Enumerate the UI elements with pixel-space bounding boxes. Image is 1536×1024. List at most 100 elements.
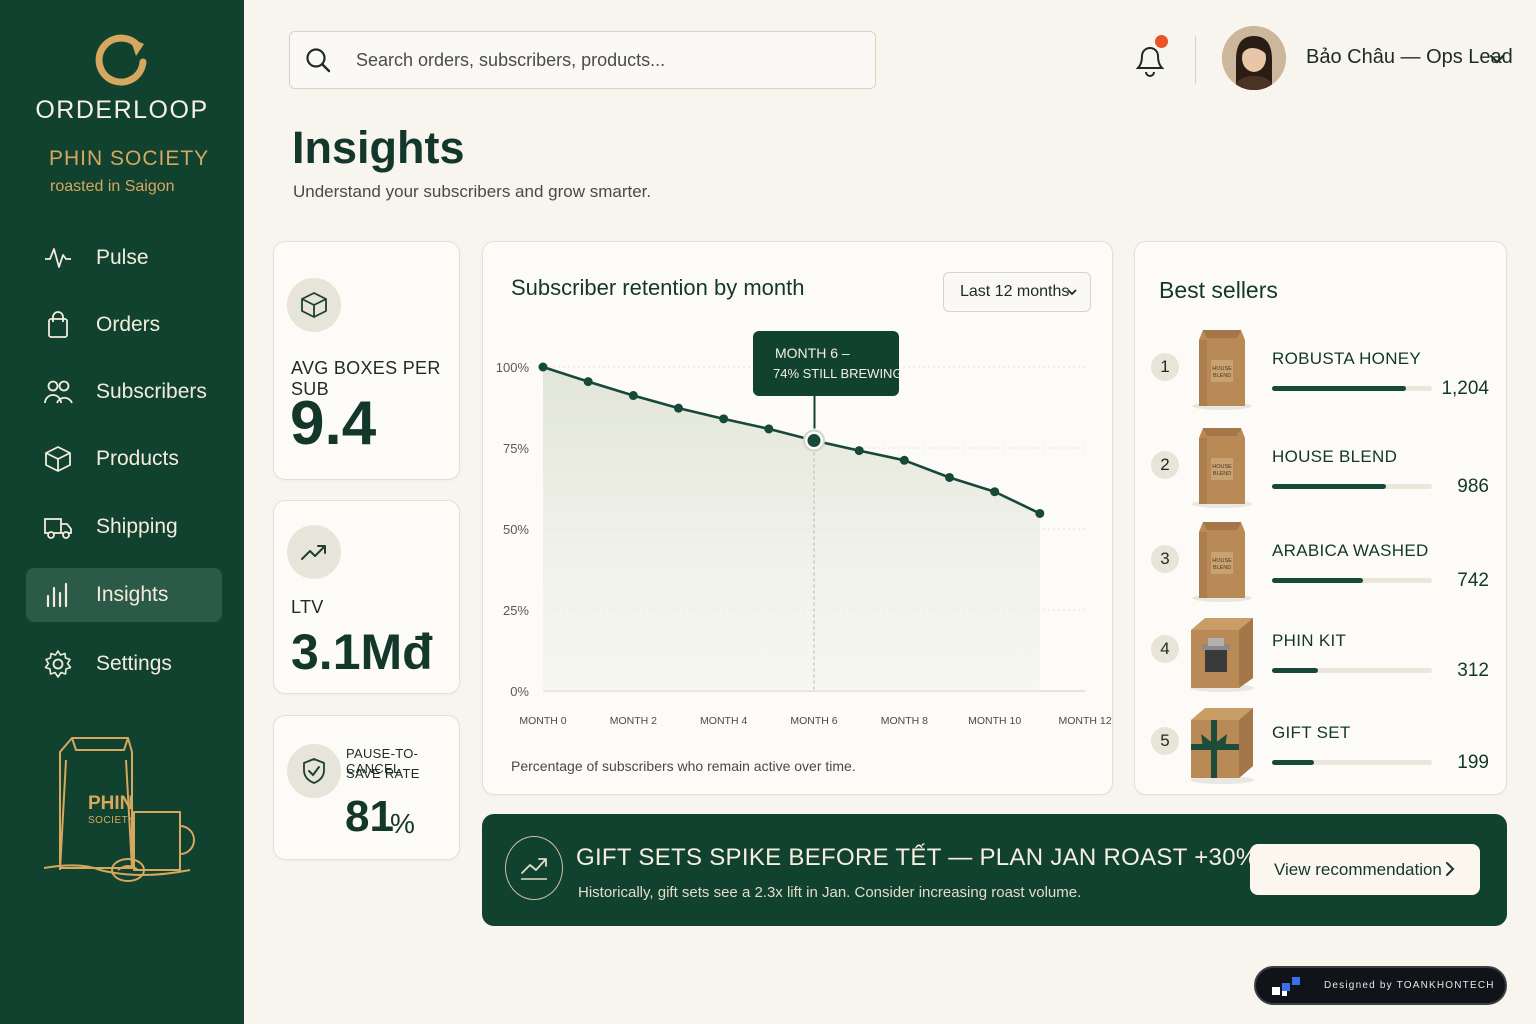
nav-item-label: Insights [96,583,169,606]
x-tick-label: MONTH 8 [881,715,928,727]
stat-card-boxes: AVG BOXES PER SUB 9.4 [273,241,460,480]
product-name: ROBUSTA HONEY [1272,349,1422,368]
chevron-down-icon[interactable] [1488,50,1506,68]
chevron-right-icon [1446,862,1455,876]
nav-item-label: Products [96,447,179,470]
sales-bar [1272,386,1432,391]
rank-badge: 1 [1151,353,1179,381]
coffee-bag-icon: HOUSE BLEND [1187,518,1257,602]
brand-logo-icon [95,34,147,86]
sales-bar [1272,668,1432,673]
chart-tooltip [753,331,899,396]
search-input[interactable] [356,49,836,71]
rank-badge: 2 [1151,451,1179,479]
nav-item-shipping[interactable]: Shipping [26,500,222,554]
tooltip-line2: 74% STILL BREWING [773,366,903,381]
stat-label: LTV [291,597,324,617]
stat-card-ltv: LTV 3.1Mđ [273,500,460,694]
user-name[interactable]: Bảo Châu — Ops Lead [1306,46,1513,69]
nav-item-label: Subscribers [96,380,207,403]
users-icon [42,376,74,408]
store-tagline: roasted in Saigon [50,178,175,195]
y-tick-label: 100% [496,360,530,375]
box-icon [287,278,341,332]
search-icon [306,48,331,73]
units-sold: 1,204 [1441,378,1489,399]
trend-up-icon [287,525,341,579]
x-tick-label: MONTH 6 [790,715,837,727]
stat-value: 9.4 [290,389,377,458]
best-seller-row[interactable]: 3 HOUSE BLEND ARABICA WASHED 742 [1135,518,1507,608]
box-icon [42,443,74,475]
sales-bar [1272,760,1432,765]
sales-bar-fill [1272,668,1319,673]
y-tick-label: 75% [503,441,529,456]
x-tick-label: MONTH 12 [1058,715,1111,727]
view-recommendation-button[interactable]: View recommendation [1250,844,1480,895]
data-point [674,403,683,413]
sales-bar-fill [1272,484,1386,489]
x-tick-label: MONTH 2 [610,715,657,727]
banner-title: GIFT SETS SPIKE BEFORE TẾT — PLAN JAN RO… [576,844,1258,871]
stat-value: 81 [345,792,394,841]
sales-bar-fill [1272,578,1364,583]
nav-item-products[interactable]: Products [26,432,222,486]
retention-chart: 100% 75% 50% 25% 0% MONTH 0 MONTH 2 MONTH 4 MONT… [496,331,1112,727]
credit-badge[interactable]: Designed by TOANKHONTECH [1254,966,1507,1005]
page-subtitle: Understand your subscribers and grow sma… [293,182,652,201]
nav-item-subscribers[interactable]: Subscribers [26,365,222,419]
units-sold: 986 [1457,476,1489,497]
nav-item-settings[interactable]: Settings [26,637,222,691]
product-name: HOUSE BLEND [1272,447,1398,466]
notification-dot [1155,35,1168,48]
chart-note: Percentage of subscribers who remain act… [511,758,856,774]
user-portrait-icon [1222,26,1286,90]
stat-card-save-rate: PAUSE-TO-CANCEL SAVE RATE 81 % [273,715,460,860]
credit-text: Designed by TOANKHONTECH [1324,980,1495,991]
stat-value: 3.1Mđ [291,624,433,680]
svg-text:HOUSE: HOUSE [1212,366,1232,372]
product-name: GIFT SET [1272,723,1351,742]
data-point [990,487,1000,497]
nav-item-label: Orders [96,313,161,336]
header-divider [1195,36,1196,84]
data-point [719,414,729,424]
gift-box-icon [1187,700,1257,784]
nav-item-label: Settings [96,652,172,675]
sidebar: ORDERLOOP PHIN SOCIETY roasted in Saigon… [0,0,244,1024]
x-tick-label: MONTH 0 [519,715,566,727]
search-bar[interactable] [289,31,876,89]
nav-item-orders[interactable]: Orders [26,298,222,352]
best-seller-row[interactable]: 5 GIFT SET 199 [1135,700,1507,790]
retention-area [543,367,1040,691]
best-seller-row[interactable]: 4 PHIN KIT 312 [1135,608,1507,698]
banner-text: Historically, gift sets see a 2.3x lift … [578,884,1082,901]
rank-badge: 3 [1151,545,1179,573]
y-tick-label: 25% [503,603,529,618]
stat-unit: % [390,808,415,839]
best-seller-row[interactable]: 2 HOUSE BLEND HOUSE BLEND 986 [1135,424,1507,514]
rank-badge: 4 [1151,635,1179,663]
best-seller-row[interactable]: 1 HOUSE BLEND ROBUSTA HONEY 1,204 [1135,326,1507,416]
nav-item-label: Shipping [96,515,178,538]
best-sellers-title: Best sellers [1159,277,1278,303]
data-point [764,424,774,434]
nav-item-pulse[interactable]: Pulse [26,231,222,285]
avatar[interactable] [1222,26,1286,90]
truck-icon [42,511,74,543]
svg-text:HOUSE: HOUSE [1212,464,1232,470]
trend-chart-icon [505,836,563,900]
x-tick-label: MONTH 4 [700,715,747,727]
nav-item-label: Pulse [96,246,149,269]
gear-icon [42,648,74,680]
units-sold: 199 [1457,752,1489,773]
best-sellers-card: Best sellers 1 HOUSE BLEND ROBUSTA HONEY… [1134,241,1507,795]
svg-text:BLEND: BLEND [1213,373,1231,379]
pixel-logo-icon [1272,976,1300,996]
units-sold: 742 [1457,570,1489,591]
recommendation-banner: GIFT SETS SPIKE BEFORE TẾT — PLAN JAN RO… [482,814,1507,926]
data-point [628,391,638,401]
phin-kit-box-icon [1187,608,1257,692]
nav-item-insights[interactable]: Insights [26,568,222,622]
sales-bar [1272,484,1432,489]
